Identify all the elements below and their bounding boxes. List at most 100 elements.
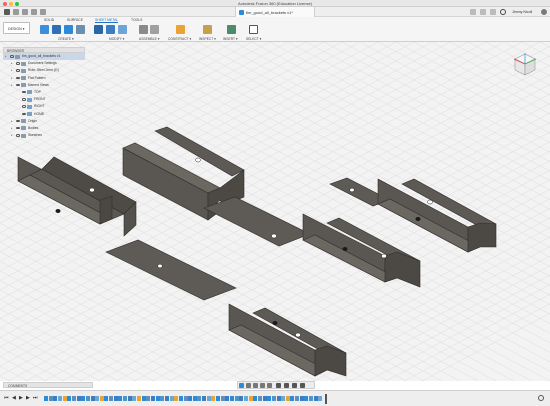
expand-arrow-icon[interactable]: ▸ xyxy=(11,118,13,125)
timeline-feature-icon[interactable] xyxy=(104,396,109,401)
go-to-end-button[interactable]: ⏭ xyxy=(33,396,38,401)
browser-item[interactable]: ▸ Named Views xyxy=(3,82,85,89)
viewports-icon[interactable] xyxy=(292,383,297,389)
timeline-feature-icon[interactable] xyxy=(318,396,323,401)
undo-icon[interactable] xyxy=(31,9,37,15)
measure-icon[interactable] xyxy=(203,25,212,34)
look-at-icon[interactable] xyxy=(246,383,251,389)
timeline-feature-icon[interactable] xyxy=(243,396,248,401)
timeline-feature-icon[interactable] xyxy=(71,396,76,401)
timeline-settings-icon[interactable] xyxy=(538,395,544,401)
timeline-feature-icon[interactable] xyxy=(137,396,141,401)
as-built-joint-icon[interactable] xyxy=(150,25,159,34)
help-icon[interactable] xyxy=(541,9,547,15)
visibility-eye-icon[interactable] xyxy=(22,105,26,108)
timeline-feature-icon[interactable] xyxy=(192,396,197,401)
tab-surface[interactable]: SURFACE xyxy=(67,18,83,22)
grid-settings-icon[interactable] xyxy=(284,383,289,389)
environment-icon[interactable] xyxy=(300,383,305,389)
timeline-feature-icon[interactable] xyxy=(183,396,188,401)
expand-arrow-icon[interactable]: ▸ xyxy=(11,75,13,82)
file-menu-icon[interactable] xyxy=(13,9,19,15)
timeline-feature-icon[interactable] xyxy=(160,396,165,401)
timeline-feature-icon[interactable] xyxy=(225,396,230,401)
visibility-eye-icon[interactable] xyxy=(22,90,26,94)
new-component-icon[interactable] xyxy=(40,25,49,34)
browser-item[interactable]: HOME xyxy=(3,111,85,118)
create-sketch-icon[interactable] xyxy=(64,25,73,34)
timeline-feature-icon[interactable] xyxy=(90,396,95,401)
timeline-marker[interactable] xyxy=(325,394,327,404)
redo-icon[interactable] xyxy=(40,9,46,15)
timeline-feature-icon[interactable] xyxy=(67,396,72,401)
timeline-feature-icon[interactable] xyxy=(57,396,62,401)
timeline-feature-icon[interactable] xyxy=(290,396,295,401)
timeline-feature-icon[interactable] xyxy=(239,396,244,401)
visibility-eye-icon[interactable] xyxy=(22,112,26,115)
timeline-feature-icon[interactable] xyxy=(230,396,234,401)
tab-sheet-metal[interactable]: SHEET METAL xyxy=(95,18,119,23)
timeline-feature-icon[interactable] xyxy=(267,396,272,401)
step-forward-button[interactable]: ▶ xyxy=(26,396,30,401)
fillet-icon[interactable] xyxy=(118,25,127,34)
timeline-feature-icon[interactable] xyxy=(197,396,202,401)
browser-item[interactable]: RIGHT xyxy=(3,103,85,110)
browser-item[interactable]: ▸ Sketches xyxy=(3,132,85,139)
timeline-feature-icon[interactable] xyxy=(62,396,67,401)
timeline-feature-icon[interactable] xyxy=(118,396,123,401)
go-to-start-button[interactable]: ⏮ xyxy=(4,396,9,401)
timeline-feature-icon[interactable] xyxy=(216,396,221,401)
assemble-group-label[interactable]: ASSEMBLE ▾ xyxy=(139,37,159,41)
visibility-eye-icon[interactable] xyxy=(16,126,20,130)
new-tab-icon[interactable] xyxy=(470,9,476,15)
select-group-label[interactable]: SELECT ▾ xyxy=(246,37,261,41)
timeline-feature-icon[interactable] xyxy=(95,396,100,401)
tab-solid[interactable]: SOLID xyxy=(44,18,54,22)
notifications-icon[interactable] xyxy=(490,9,496,15)
timeline-feature-icon[interactable] xyxy=(295,396,300,401)
create-group-label[interactable]: CREATE ▾ xyxy=(58,37,74,41)
display-settings-icon[interactable] xyxy=(276,383,281,389)
browser-item[interactable]: FRONT xyxy=(3,96,85,103)
timeline-feature-icon[interactable] xyxy=(174,396,179,401)
timeline-feature-icon[interactable] xyxy=(271,396,276,401)
expand-arrow-icon[interactable]: ▸ xyxy=(11,60,13,67)
extrude-icon[interactable] xyxy=(76,25,85,34)
timeline-feature-icon[interactable] xyxy=(309,396,314,401)
browser-item[interactable]: ▸ Bodies xyxy=(3,125,85,132)
timeline-feature-icon[interactable] xyxy=(113,396,118,401)
timeline-feature-icon[interactable] xyxy=(276,396,281,401)
timeline-feature-icon[interactable] xyxy=(304,396,309,401)
orbit-icon[interactable] xyxy=(239,383,244,389)
flange-icon[interactable] xyxy=(52,25,61,34)
timeline-feature-icon[interactable] xyxy=(76,396,81,401)
fit-icon[interactable] xyxy=(267,383,272,389)
visibility-eye-icon[interactable] xyxy=(22,98,26,101)
pan-icon[interactable] xyxy=(253,383,258,389)
timeline-feature-icon[interactable] xyxy=(202,396,207,401)
tab-tools[interactable]: TOOLS xyxy=(131,18,142,22)
browser-item[interactable]: ▸ Document Settings xyxy=(3,60,85,67)
unfold-icon[interactable] xyxy=(106,25,115,34)
visibility-eye-icon[interactable] xyxy=(16,76,20,80)
browser-item[interactable]: ▸ Rule: Steel 2mm (D) xyxy=(3,67,85,74)
save-icon[interactable] xyxy=(22,9,28,15)
timeline-feature-icon[interactable] xyxy=(109,396,114,401)
timeline-feature-icon[interactable] xyxy=(44,396,48,401)
data-panel-icon[interactable] xyxy=(4,9,10,15)
offset-plane-icon[interactable] xyxy=(176,25,185,34)
timeline-feature-icon[interactable] xyxy=(248,396,253,401)
step-back-button[interactable]: ◀ xyxy=(12,396,16,401)
press-pull-icon[interactable] xyxy=(94,25,103,34)
expand-arrow-icon[interactable]: ▸ xyxy=(11,132,13,139)
timeline-feature-icon[interactable] xyxy=(299,396,304,401)
browser-item[interactable]: TOP xyxy=(3,89,85,96)
timeline-feature-icon[interactable] xyxy=(313,396,318,401)
timeline-feature-icon[interactable] xyxy=(99,396,104,401)
visibility-eye-icon[interactable] xyxy=(16,62,20,65)
comments-panel[interactable]: COMMENTS xyxy=(3,382,93,388)
timeline-feature-icon[interactable] xyxy=(155,396,160,401)
workspace-switcher[interactable]: DESIGN ▾ xyxy=(3,22,30,34)
timeline-feature-icon[interactable] xyxy=(132,396,137,401)
timeline-feature-icon[interactable] xyxy=(141,396,146,401)
